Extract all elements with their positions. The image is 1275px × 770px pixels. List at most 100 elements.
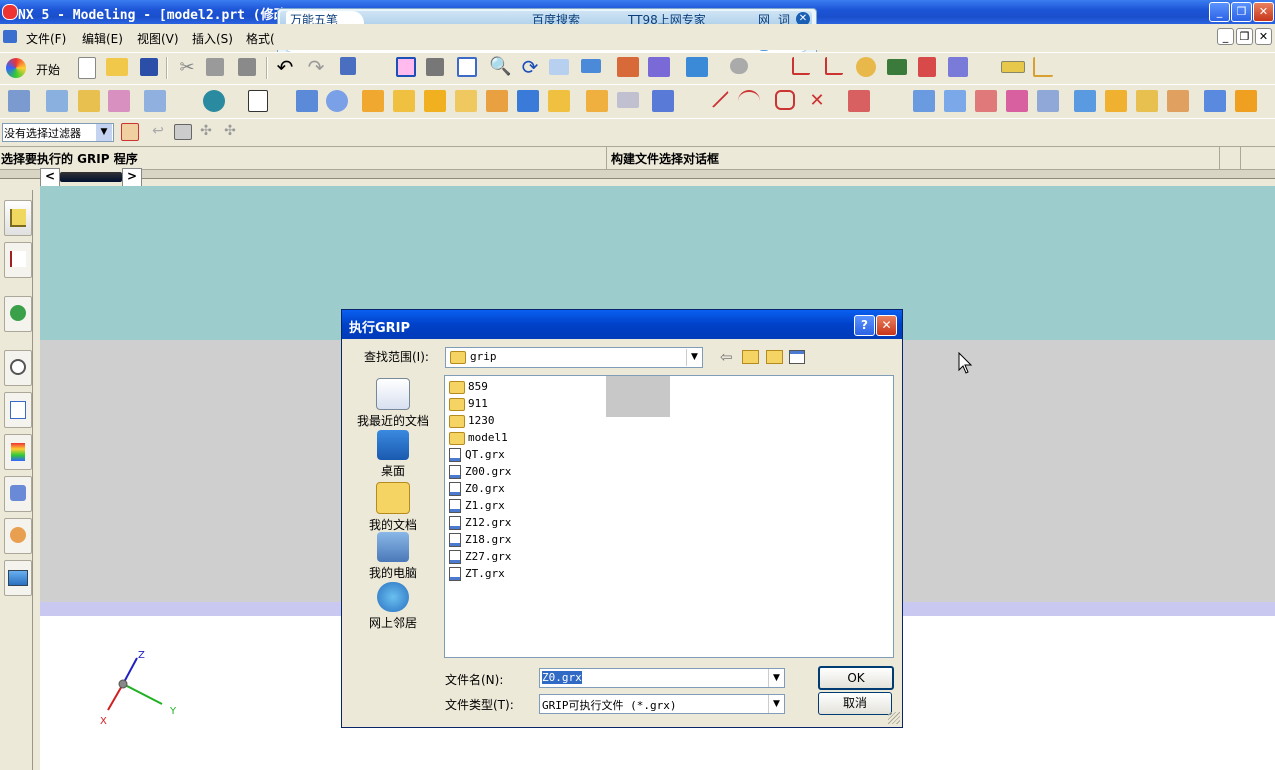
point-icon[interactable] xyxy=(887,59,907,75)
place-desktop[interactable]: 桌面 xyxy=(348,430,438,480)
fit-view-icon[interactable] xyxy=(396,57,416,77)
help-button[interactable]: ? xyxy=(854,315,875,336)
redo-icon[interactable]: ↷ xyxy=(305,56,327,78)
new-file-icon[interactable] xyxy=(78,57,96,79)
folder-item[interactable]: 911 xyxy=(449,395,488,412)
plane-icon[interactable] xyxy=(248,90,268,112)
cut-icon[interactable]: ✂ xyxy=(176,57,198,79)
csys-icon[interactable] xyxy=(825,57,843,75)
reset-filter-icon[interactable]: ↩ xyxy=(150,123,166,139)
analysis-icon[interactable] xyxy=(948,57,968,77)
arc-icon[interactable] xyxy=(738,90,760,114)
view-orient-icon[interactable] xyxy=(686,57,708,77)
cylinder-icon[interactable] xyxy=(326,90,348,112)
shade-icon[interactable] xyxy=(730,58,748,74)
dialog-close-button[interactable]: ✕ xyxy=(876,315,897,336)
menu-edit[interactable]: 编辑(E) xyxy=(82,30,123,47)
filetype-select[interactable]: GRIP可执行文件 (*.grx) ▼ xyxy=(539,694,785,714)
snap-off-icon[interactable]: ✣ xyxy=(222,123,238,139)
cancel-button[interactable]: 取消 xyxy=(818,692,892,715)
file-item[interactable]: Z12.grx xyxy=(449,514,511,531)
angle-icon[interactable] xyxy=(1033,57,1053,77)
roles-icon[interactable] xyxy=(4,476,32,512)
chevron-down-icon[interactable]: ▼ xyxy=(96,124,112,141)
close-button[interactable]: ✕ xyxy=(1253,2,1274,22)
ok-button[interactable]: OK xyxy=(818,666,894,690)
select-icon[interactable] xyxy=(340,57,356,75)
chevron-down-icon[interactable]: ▼ xyxy=(686,349,702,366)
trim-body-icon[interactable] xyxy=(1204,90,1226,112)
sweep-icon[interactable] xyxy=(108,90,130,112)
pan-icon[interactable] xyxy=(549,59,569,75)
shell-icon[interactable] xyxy=(486,90,508,112)
offset-surface-icon[interactable] xyxy=(1037,90,1059,112)
up-folder-icon[interactable] xyxy=(742,350,759,364)
place-recent[interactable]: 我最近的文档 xyxy=(348,378,438,428)
doc-close-button[interactable]: ✕ xyxy=(1255,28,1272,45)
ruler-icon[interactable] xyxy=(1001,61,1025,73)
revolve-icon[interactable] xyxy=(78,90,100,112)
block-icon[interactable] xyxy=(296,90,318,112)
restore-button[interactable]: ❐ xyxy=(1231,2,1252,22)
paste-icon[interactable] xyxy=(238,58,256,76)
general-select-icon[interactable] xyxy=(174,124,192,140)
type-filter-select[interactable]: 没有选择过滤器 ▼ xyxy=(2,123,114,142)
through-curves-icon[interactable] xyxy=(913,90,935,112)
wcs-icon[interactable] xyxy=(856,57,876,77)
look-in-select[interactable]: grip ▼ xyxy=(445,347,703,368)
instance-icon[interactable] xyxy=(652,90,674,112)
system-visualization-icon[interactable] xyxy=(4,560,32,596)
chevron-down-icon[interactable]: ▼ xyxy=(768,669,784,687)
measure-icon[interactable] xyxy=(918,57,936,77)
folder-item[interactable]: 859 xyxy=(449,378,488,395)
palette-icon[interactable] xyxy=(4,434,32,470)
file-item[interactable]: QT.grx xyxy=(449,446,505,463)
place-network[interactable]: 网上邻居 xyxy=(348,582,438,632)
app-icon[interactable] xyxy=(2,4,18,20)
extrude-icon[interactable] xyxy=(46,90,68,112)
mesh-surface-icon[interactable] xyxy=(944,90,966,112)
history-icon[interactable] xyxy=(4,350,32,386)
doc-restore-button[interactable]: ❐ xyxy=(1236,28,1253,45)
sew-icon[interactable] xyxy=(1074,90,1096,112)
menu-app-icon[interactable] xyxy=(3,30,17,43)
render-style-icon[interactable] xyxy=(617,57,639,77)
slot-icon[interactable] xyxy=(586,90,608,112)
thicken-icon[interactable] xyxy=(1105,90,1127,112)
offset-curve-icon[interactable] xyxy=(848,90,870,112)
menu-insert[interactable]: 插入(S) xyxy=(192,30,233,47)
fillet-curve-icon[interactable] xyxy=(775,90,795,110)
menu-view[interactable]: 视图(V) xyxy=(137,30,179,47)
resource-bar-divider[interactable] xyxy=(0,170,1275,179)
view-menu-icon[interactable] xyxy=(789,350,805,364)
face-blend-icon[interactable] xyxy=(144,90,166,112)
edge-blend-icon[interactable] xyxy=(424,90,446,112)
save-icon[interactable] xyxy=(140,58,158,76)
swept-surface-icon[interactable] xyxy=(975,90,997,112)
resize-grip[interactable] xyxy=(888,712,900,724)
zoom-in-out-icon[interactable]: 🔍 xyxy=(489,56,511,78)
boss-icon[interactable] xyxy=(362,90,384,112)
patch-icon[interactable] xyxy=(1136,90,1158,112)
perspective-icon[interactable] xyxy=(581,59,601,73)
menu-file[interactable]: 文件(F) xyxy=(26,30,66,47)
menu-format[interactable]: 格式( xyxy=(246,30,275,47)
layer-icon[interactable] xyxy=(648,57,670,77)
file-item[interactable]: Z1.grx xyxy=(449,497,505,514)
sketch-icon[interactable] xyxy=(203,90,225,112)
line-icon[interactable] xyxy=(704,83,730,109)
scroll-thumb[interactable] xyxy=(60,172,122,182)
copy-icon[interactable] xyxy=(206,58,224,76)
file-item[interactable]: Z00.grx xyxy=(449,463,511,480)
undo-icon[interactable]: ↶ xyxy=(274,56,296,78)
groove-icon[interactable] xyxy=(617,92,639,108)
folder-item[interactable]: 1230 xyxy=(449,412,495,429)
file-item[interactable]: Z18.grx xyxy=(449,531,511,548)
chevron-down-icon[interactable]: ▼ xyxy=(768,695,784,713)
doc-minimize-button[interactable]: _ xyxy=(1217,28,1234,45)
part-navigator-dock-icon[interactable] xyxy=(4,242,32,278)
reuse-library-icon[interactable] xyxy=(4,392,32,428)
back-arrow-icon[interactable]: ⇦ xyxy=(720,348,733,366)
file-item[interactable]: Z27.grx xyxy=(449,548,511,565)
snap-point-icon[interactable]: ✣ xyxy=(198,123,214,139)
